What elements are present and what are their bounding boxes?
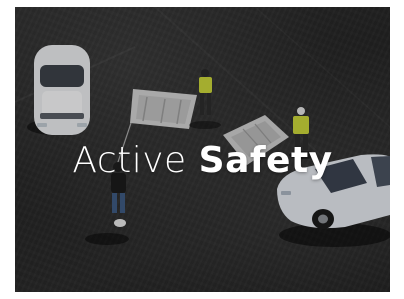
hero-headline: Active Safety (15, 140, 390, 182)
hero-image: Active Safety (15, 7, 390, 292)
headline-bold-word: Safety (198, 140, 333, 181)
headline-light-word: Active (72, 140, 187, 181)
